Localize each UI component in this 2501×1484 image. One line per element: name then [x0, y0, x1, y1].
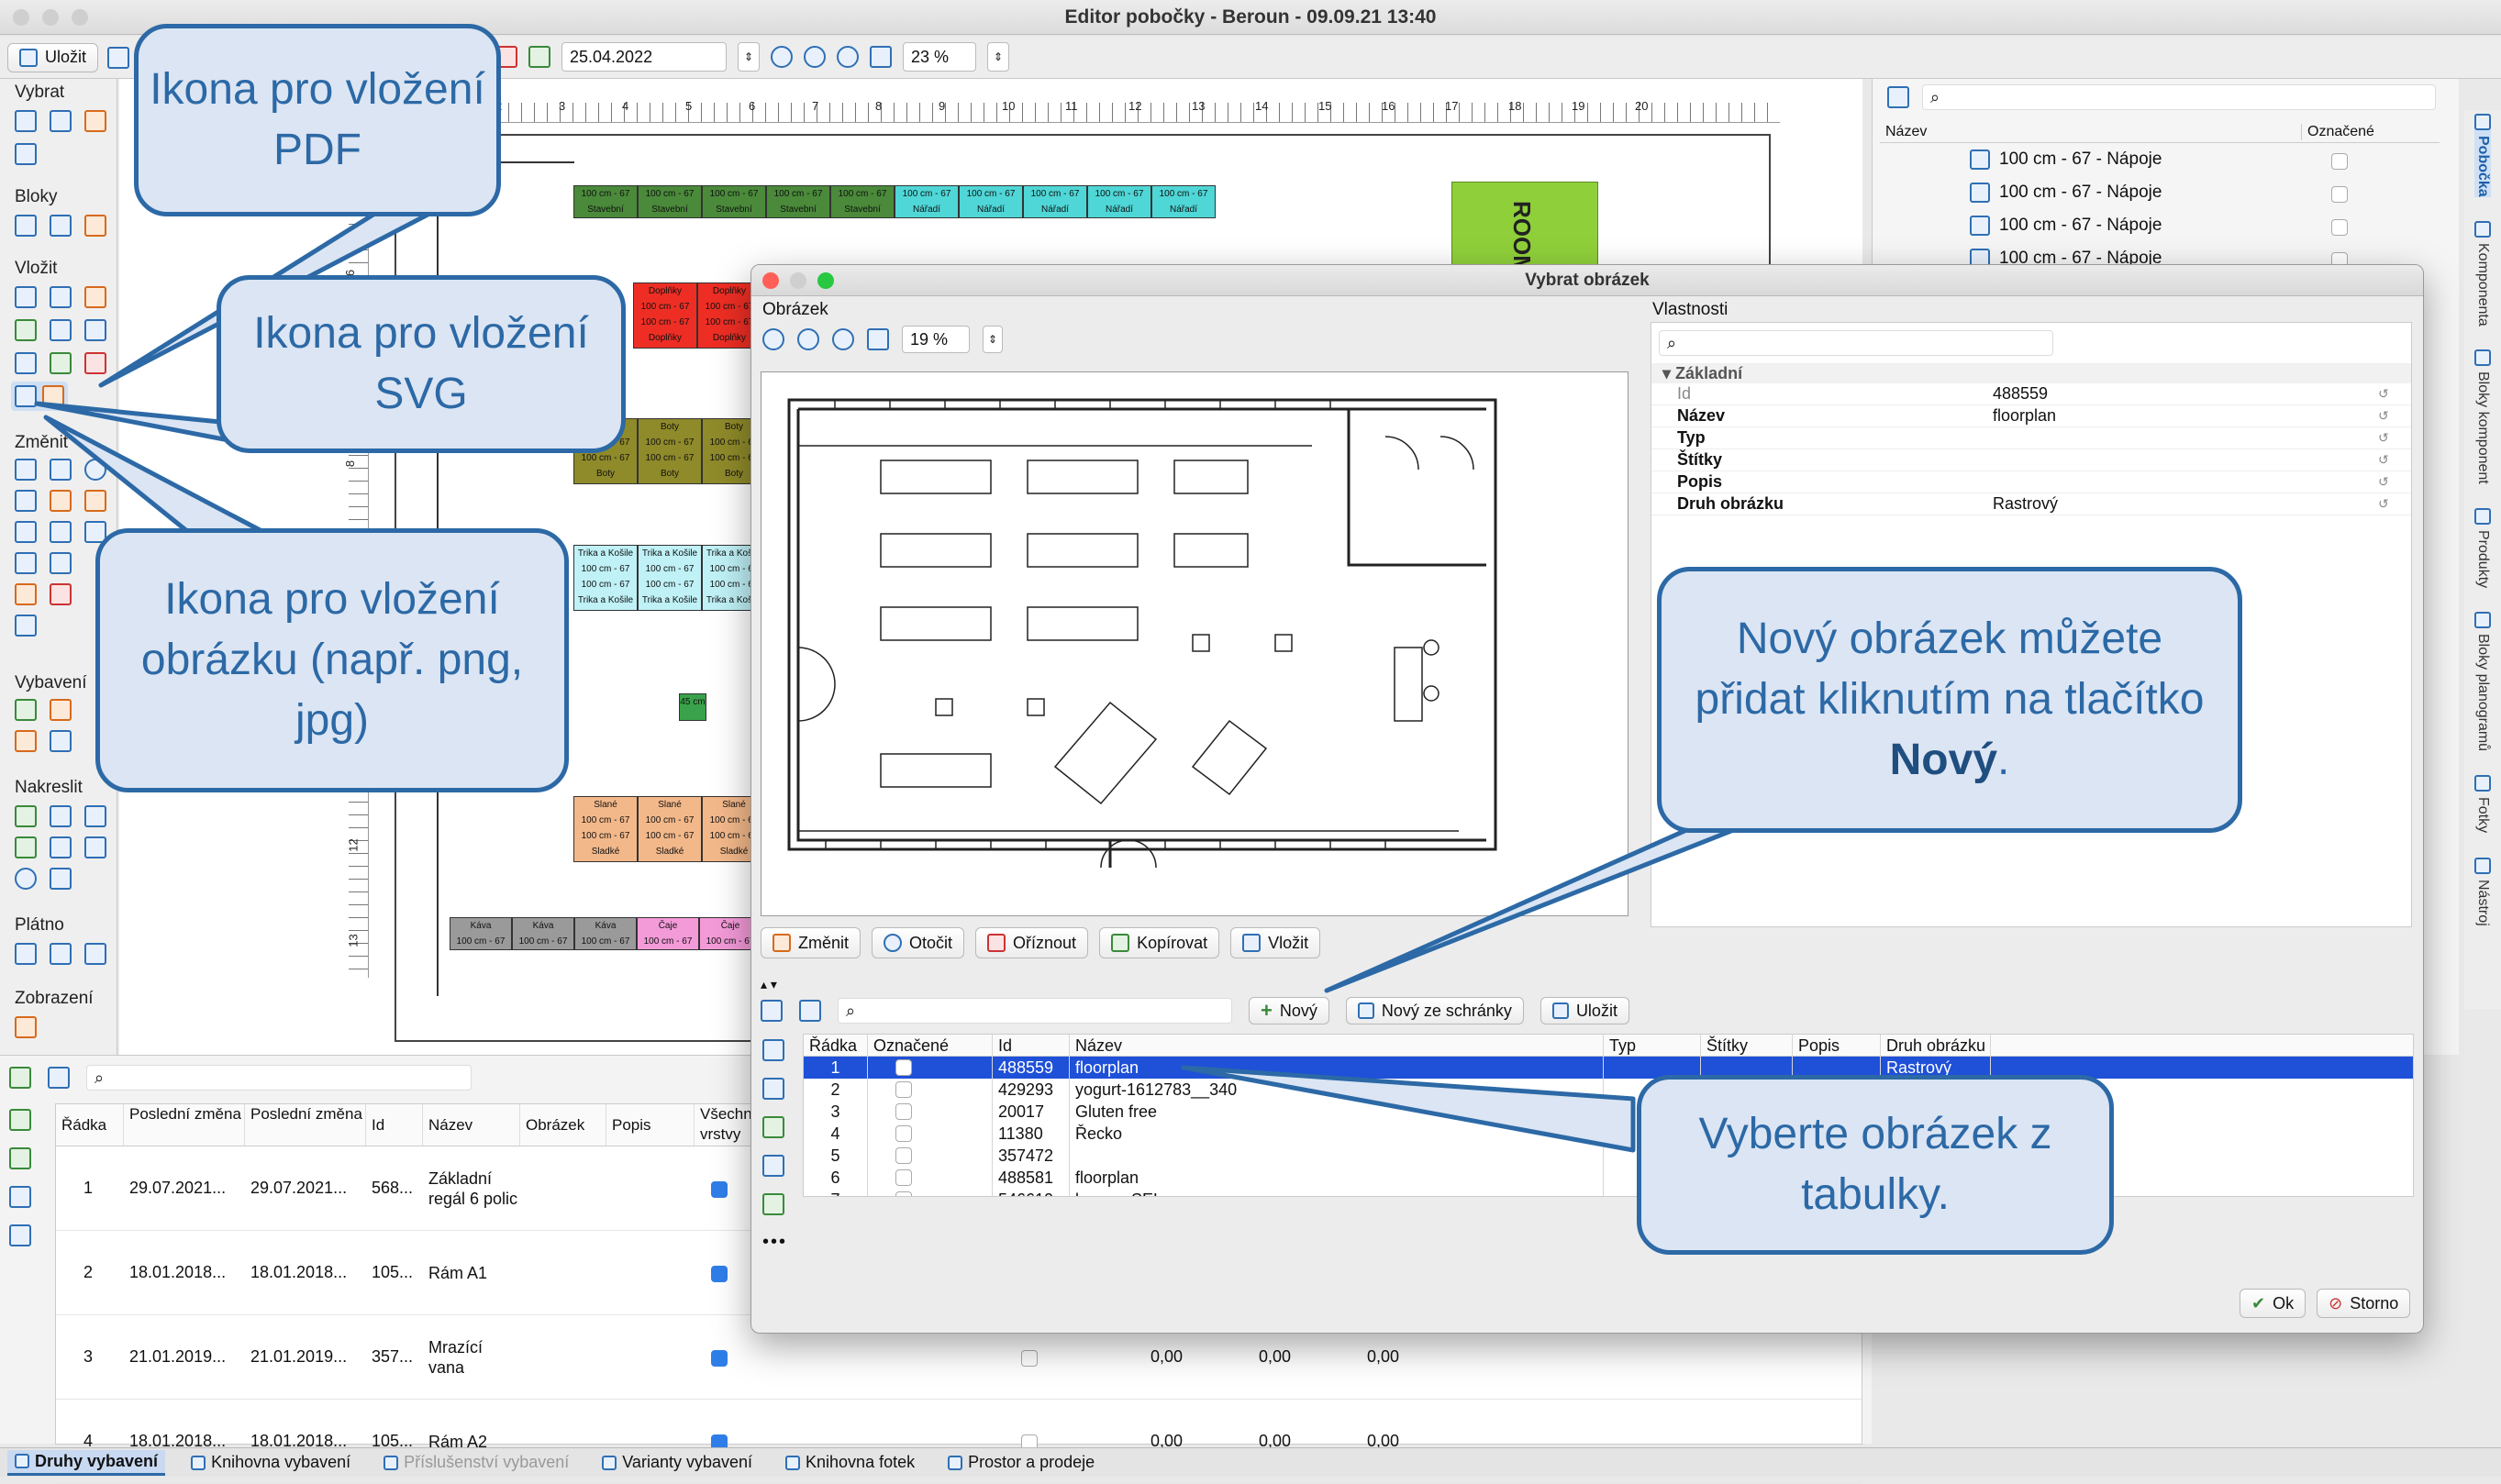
callout-new: Nový obrázek můžete přidat kliknutím na … — [1657, 567, 2242, 833]
callout-svg: Ikona pro vložení SVG — [217, 275, 626, 453]
callout-pdf: Ikona pro vložení PDF — [134, 24, 501, 216]
callout-select: Vyberte obrázek z tabulky. — [1637, 1075, 2114, 1255]
callout-image: Ikona pro vložení obrázku (např. png, jp… — [95, 528, 569, 792]
